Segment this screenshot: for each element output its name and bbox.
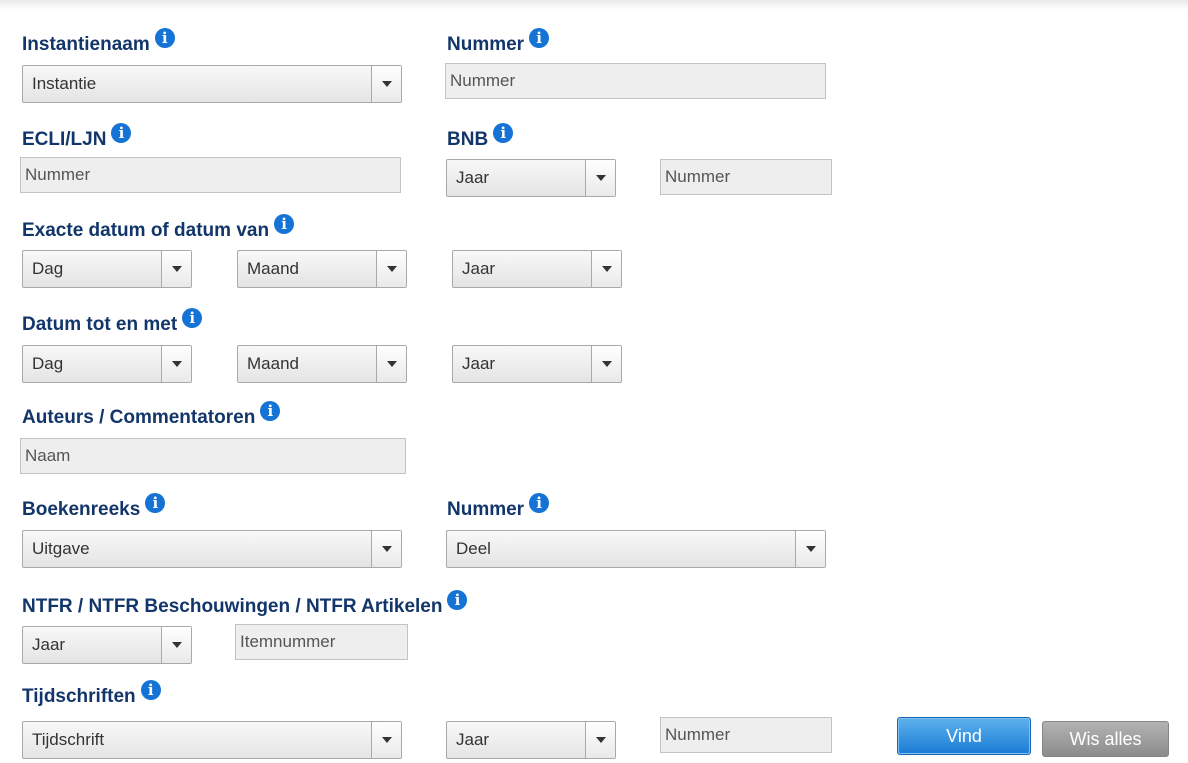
info-icon[interactable]: i	[274, 214, 295, 234]
wis-alles-button[interactable]: Wis alles	[1042, 721, 1169, 757]
month-value: Maand	[247, 354, 299, 373]
boek-nummer-label: Nummer i	[447, 493, 550, 522]
datum-tot-month-select[interactable]: Maand	[237, 345, 407, 383]
month-value: Maand	[247, 259, 299, 278]
info-icon[interactable]: i	[493, 123, 514, 143]
top-shadow	[0, 0, 1188, 10]
info-icon[interactable]: i	[447, 590, 468, 610]
tijdschrift-year-value: Jaar	[456, 730, 490, 749]
auteurs-input[interactable]: Naam	[20, 438, 406, 474]
chevron-down-icon	[161, 627, 191, 663]
info-icon[interactable]: i	[111, 123, 132, 143]
chevron-down-icon	[161, 251, 191, 287]
boekenreeks-label: Boekenreeks i	[22, 493, 166, 522]
chevron-down-icon	[371, 531, 401, 567]
datum-tot-year-select[interactable]: Jaar	[452, 345, 622, 383]
year-value: Jaar	[462, 354, 496, 373]
deel-select[interactable]: Deel	[446, 530, 826, 568]
info-icon[interactable]: i	[154, 28, 175, 48]
day-value: Dag	[32, 259, 64, 278]
datum-van-label: Exacte datum of datum van i	[22, 214, 295, 243]
datum-tot-label: Datum tot en met i	[22, 308, 203, 337]
instantienaam-label: Instantienaam i	[22, 28, 175, 57]
instantie-select-value: Instantie	[32, 74, 97, 93]
info-icon[interactable]: i	[145, 493, 166, 513]
deel-value: Deel	[456, 539, 491, 558]
chevron-down-icon	[376, 346, 406, 382]
uitgave-select[interactable]: Uitgave	[22, 530, 402, 568]
chevron-down-icon	[591, 346, 621, 382]
vind-button[interactable]: Vind	[897, 717, 1031, 755]
chevron-down-icon	[795, 531, 825, 567]
info-icon[interactable]: i	[260, 401, 281, 421]
tijdschrift-nummer-input[interactable]: Nummer	[660, 717, 832, 753]
chevron-down-icon	[371, 722, 401, 758]
auteurs-label: Auteurs / Commentatoren i	[22, 401, 281, 430]
datum-van-day-select[interactable]: Dag	[22, 250, 192, 288]
datum-tot-day-select[interactable]: Dag	[22, 345, 192, 383]
info-icon[interactable]: i	[182, 308, 203, 328]
info-icon[interactable]: i	[529, 493, 550, 513]
tijdschrift-select[interactable]: Tijdschrift	[22, 721, 402, 759]
ecli-label: ECLI/LJN i	[22, 123, 132, 152]
bnb-year-select[interactable]: Jaar	[446, 159, 616, 197]
chevron-down-icon	[161, 346, 191, 382]
ecli-input[interactable]: Nummer	[20, 157, 401, 193]
info-icon[interactable]: i	[140, 680, 161, 700]
day-value: Dag	[32, 354, 64, 373]
bnb-number-input[interactable]: Nummer	[660, 159, 832, 195]
chevron-down-icon	[585, 722, 615, 758]
tijdschriften-label: Tijdschriften i	[22, 680, 161, 709]
uitgave-value: Uitgave	[32, 539, 90, 558]
tijdschrift-year-select[interactable]: Jaar	[446, 721, 616, 759]
instantie-select[interactable]: Instantie	[22, 65, 402, 103]
ntfr-year-select[interactable]: Jaar	[22, 626, 192, 664]
nummer-label: Nummer i	[447, 28, 550, 57]
datum-van-year-select[interactable]: Jaar	[452, 250, 622, 288]
bnb-label: BNB i	[447, 123, 514, 152]
chevron-down-icon	[591, 251, 621, 287]
nummer-input[interactable]: Nummer	[445, 63, 826, 99]
tijdschrift-value: Tijdschrift	[32, 730, 105, 749]
datum-van-month-select[interactable]: Maand	[237, 250, 407, 288]
ntfr-year-value: Jaar	[32, 635, 66, 654]
chevron-down-icon	[585, 160, 615, 196]
chevron-down-icon	[376, 251, 406, 287]
bnb-year-value: Jaar	[456, 168, 490, 187]
info-icon[interactable]: i	[529, 28, 550, 48]
ntfr-itemnummer-input[interactable]: Itemnummer	[235, 624, 408, 660]
year-value: Jaar	[462, 259, 496, 278]
chevron-down-icon	[371, 66, 401, 102]
ntfr-label: NTFR / NTFR Beschouwingen / NTFR Artikel…	[22, 590, 468, 619]
